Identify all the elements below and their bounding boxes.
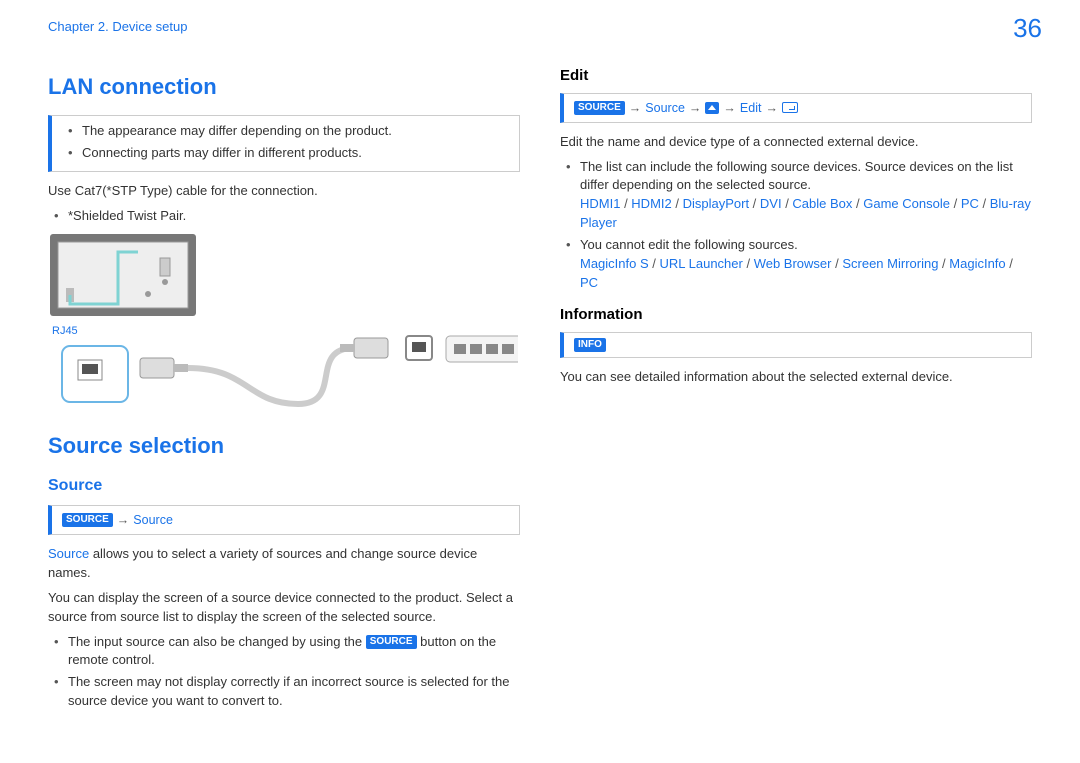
arrow-icon: → (689, 99, 702, 117)
enter-icon (782, 102, 798, 113)
note-item: The appearance may differ depending on t… (68, 122, 507, 141)
edit-path-box: SOURCE → Source → → Edit → (560, 93, 1032, 123)
arrow-icon: → (765, 99, 778, 117)
source-button-badge: SOURCE (574, 101, 625, 115)
source-term: Source (48, 546, 89, 561)
edit-intro: Edit the name and device type of a conne… (560, 133, 1032, 152)
info-button-badge: INFO (574, 338, 606, 352)
source-paragraph-2: You can display the screen of a source d… (48, 589, 520, 627)
device-panel-illustration (48, 232, 198, 322)
source-bullet-2: The screen may not display correctly if … (54, 673, 520, 711)
heading-source-selection: Source selection (48, 430, 520, 462)
source-list-editable: HDMI1 / HDMI2 / DisplayPort / DVI / Cabl… (580, 196, 1031, 230)
info-text: You can see detailed information about t… (560, 368, 1032, 387)
source-list-locked: MagicInfo S / URL Launcher / Web Browser… (580, 256, 1013, 290)
info-path-box: INFO (560, 332, 1032, 358)
edit-bullet: The list can include the following sourc… (566, 158, 1032, 233)
stp-note: *Shielded Twist Pair. (54, 207, 520, 226)
subheading-edit: Edit (560, 65, 1032, 87)
path-item: Edit (740, 99, 762, 117)
cable-instruction: Use Cat7(*STP Type) cable for the connec… (48, 182, 520, 201)
right-column: Edit SOURCE → Source → → Edit → Edit the… (560, 65, 1032, 714)
subheading-information: Information (560, 304, 1032, 326)
source-bullet-1: The input source can also be changed by … (54, 633, 520, 671)
source-paragraph-1: Source allows you to select a variety of… (48, 545, 520, 583)
path-item: Source (133, 511, 173, 529)
edit-bullet: You cannot edit the following sources. M… (566, 236, 1032, 293)
cable-and-hub-illustration (48, 334, 518, 412)
page-number: 36 (1013, 10, 1042, 48)
up-arrow-icon (705, 102, 719, 114)
breadcrumb: Chapter 2. Device setup (48, 18, 1032, 37)
source-button-badge: SOURCE (62, 513, 113, 527)
note-box: The appearance may differ depending on t… (48, 115, 520, 173)
arrow-icon: → (117, 511, 130, 529)
arrow-icon: → (723, 99, 736, 117)
left-column: LAN connection The appearance may differ… (48, 65, 520, 714)
path-item: Source (645, 99, 685, 117)
heading-lan-connection: LAN connection (48, 71, 520, 103)
arrow-icon: → (629, 99, 642, 117)
subheading-source: Source (48, 474, 520, 497)
lan-diagram: RJ45 (48, 232, 520, 412)
source-path-box: SOURCE → Source (48, 505, 520, 535)
note-item: Connecting parts may differ in different… (68, 144, 507, 163)
source-button-badge-inline: SOURCE (366, 635, 417, 649)
